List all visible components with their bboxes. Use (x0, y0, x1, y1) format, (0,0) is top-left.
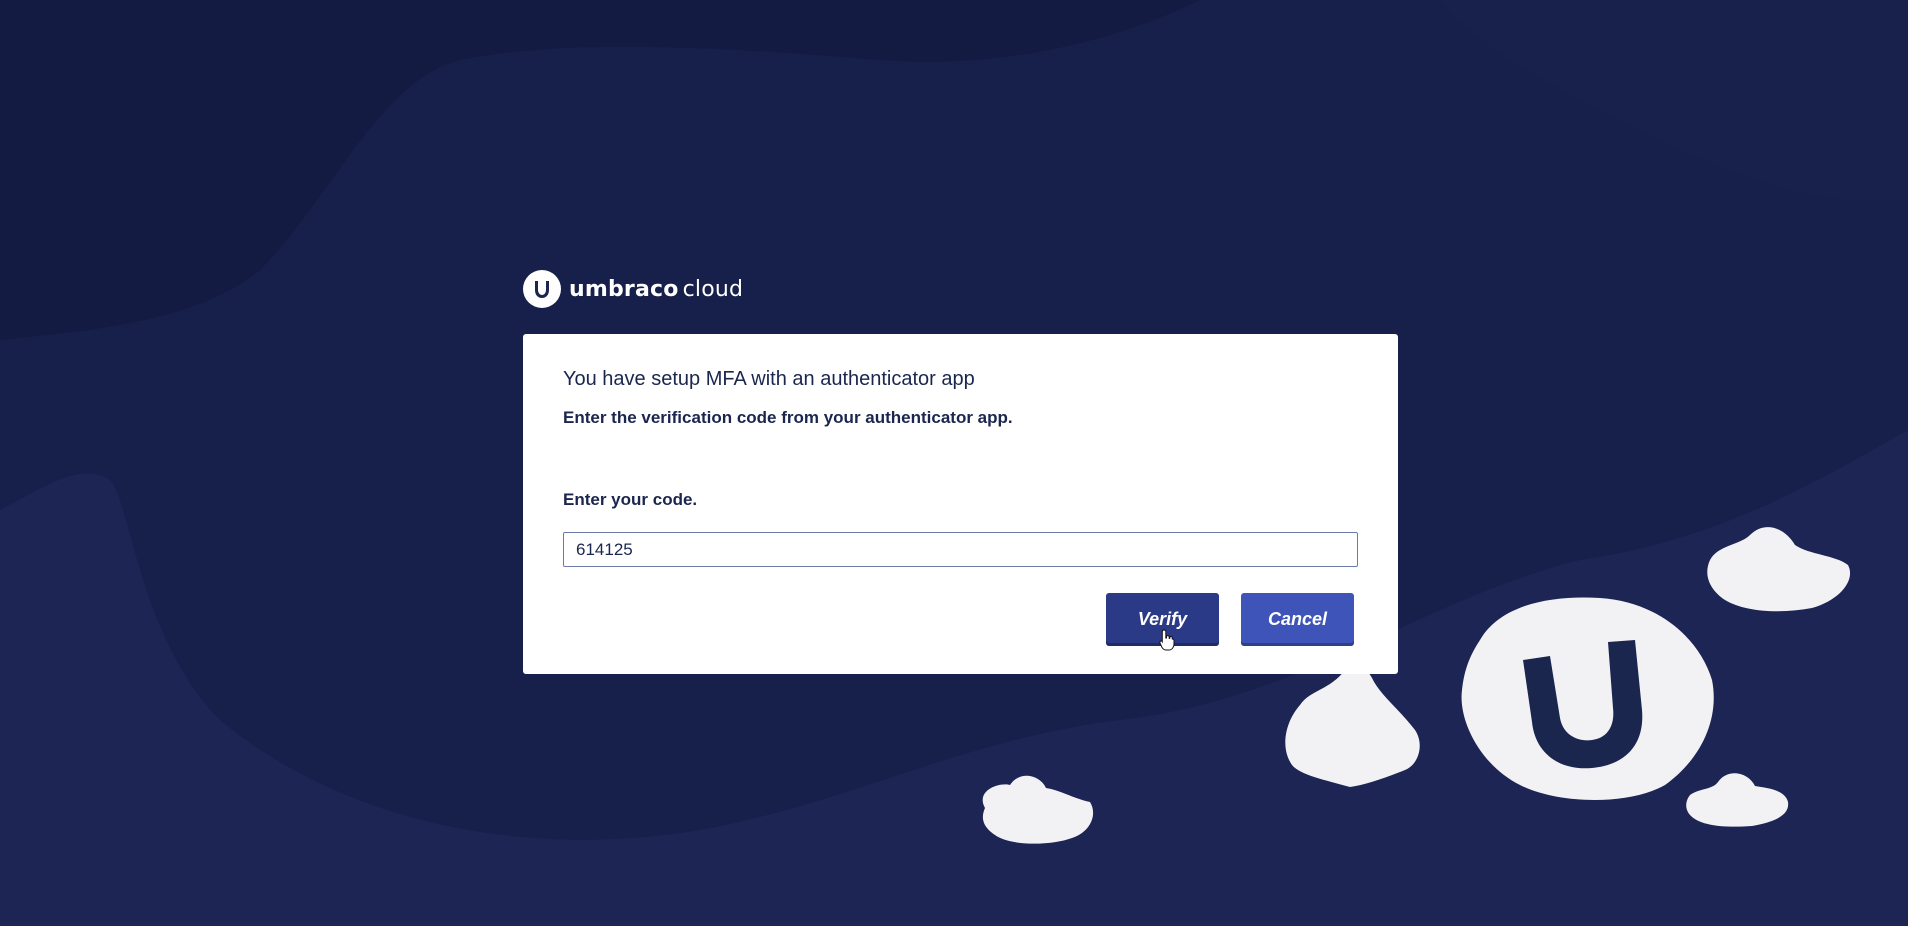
dialog-description: Enter the verification code from your au… (563, 408, 1013, 427)
cloud-decoration-large-umbraco (1461, 597, 1714, 800)
cancel-button[interactable]: Cancel (1241, 593, 1354, 646)
verify-button[interactable]: Verify (1106, 593, 1219, 646)
dialog-actions: Verify Cancel (1106, 593, 1354, 646)
brand-name: umbraco cloud (569, 277, 743, 302)
brand-header: umbraco cloud (523, 270, 743, 308)
umbraco-u-icon (523, 270, 561, 308)
verification-code-input[interactable] (563, 532, 1358, 567)
dialog-title: You have setup MFA with an authenticator… (563, 368, 975, 390)
mfa-dialog: You have setup MFA with an authenticator… (523, 334, 1398, 674)
brand-name-secondary: cloud (682, 276, 744, 302)
brand-name-primary: umbraco (569, 276, 679, 302)
code-field-label: Enter your code. (563, 490, 698, 509)
